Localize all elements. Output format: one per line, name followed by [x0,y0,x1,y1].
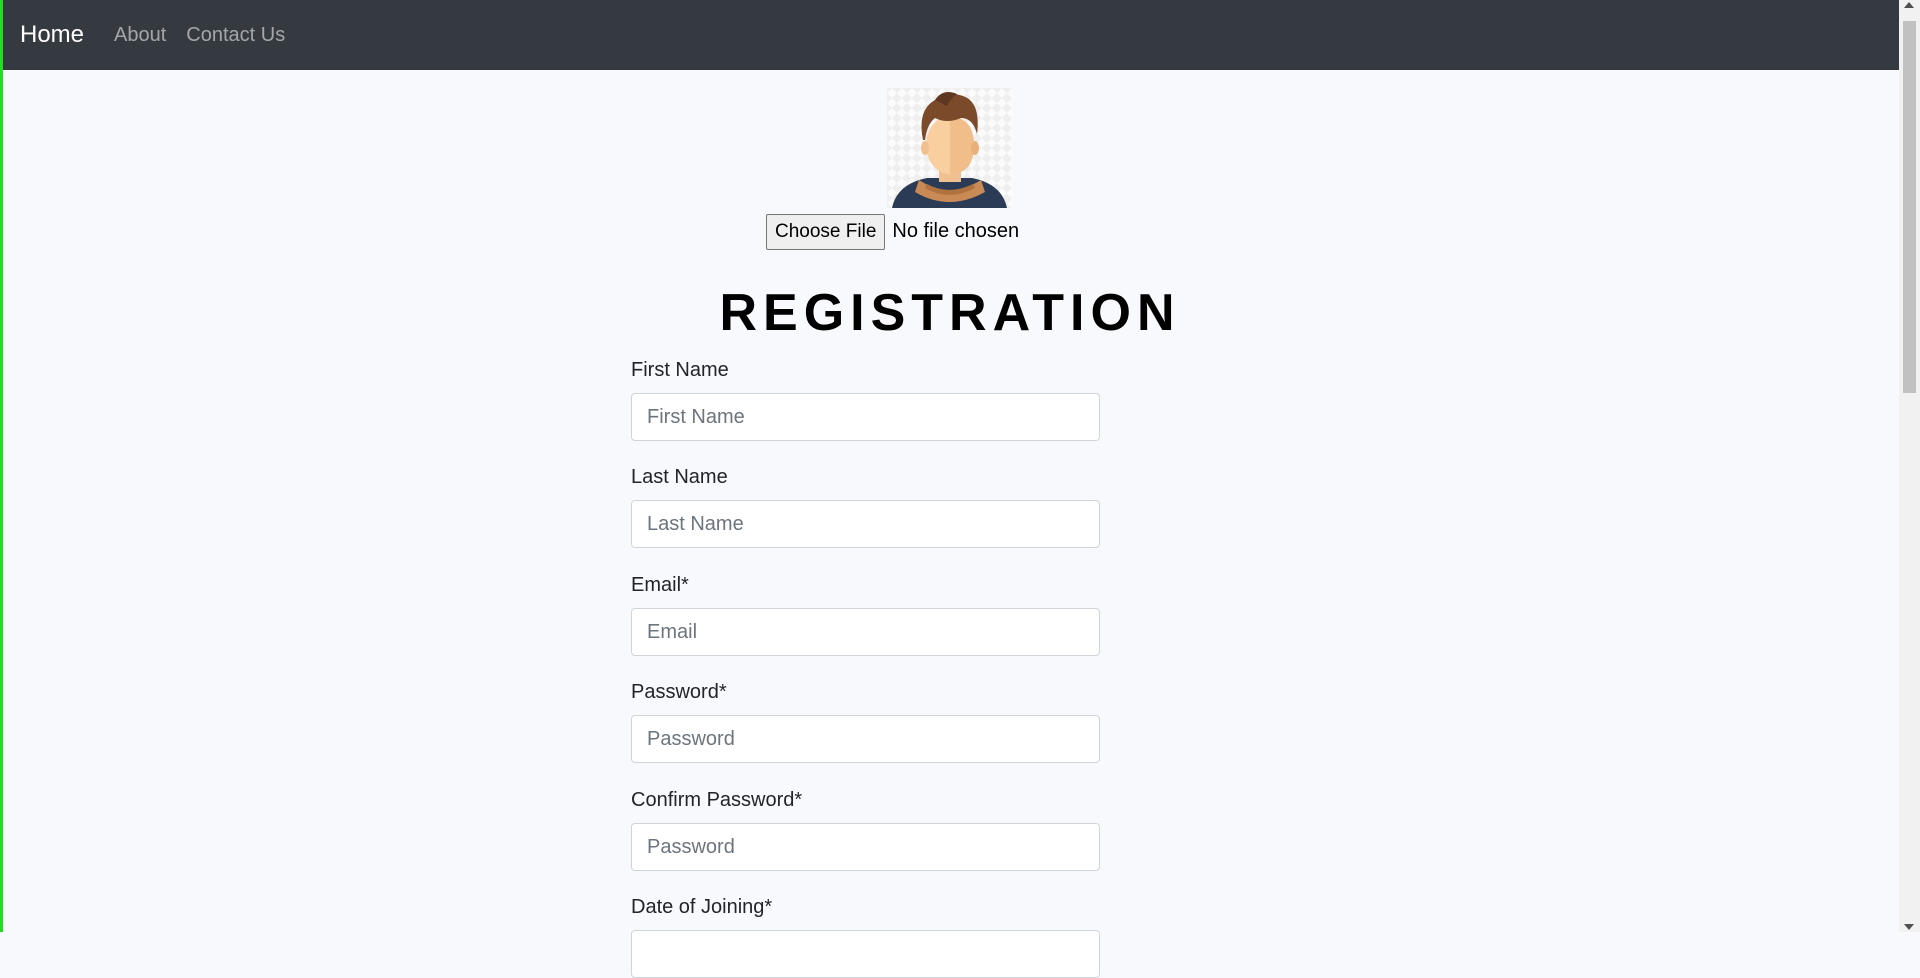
choose-file-button[interactable]: Choose File [766,213,886,250]
page-title: REGISTRATION [719,284,1181,342]
last-name-group: Last Name [631,465,1100,548]
file-upload: Choose File No file chosen [766,213,1019,250]
first-name-group: First Name [631,358,1100,441]
date-of-joining-input[interactable] [631,930,1100,978]
confirm-password-label: Confirm Password* [631,789,803,811]
email-group: Email* [631,573,1100,656]
email-input[interactable] [631,608,1100,656]
email-label: Email* [631,574,689,596]
file-status-text: No file chosen [892,220,1020,242]
password-input[interactable] [631,715,1100,763]
password-label: Password* [631,681,727,703]
first-name-input[interactable] [631,393,1100,441]
confirm-password-group: Confirm Password* [631,788,1100,871]
last-name-label: Last Name [631,466,728,488]
avatar-image [887,88,1012,208]
nav-about-link[interactable]: About [114,25,166,45]
date-of-joining-label: Date of Joining* [631,896,773,918]
avatar-icon [892,92,1007,208]
first-name-label: First Name [631,359,729,381]
scroll-down-arrow-icon[interactable] [1904,924,1914,930]
confirm-password-input[interactable] [631,823,1100,871]
nav-home-link[interactable]: Home [20,23,84,47]
scroll-thumb[interactable] [1903,21,1916,393]
nav-contact-link[interactable]: Contact Us [186,25,285,45]
top-navbar: Home About Contact Us [3,0,1899,70]
last-name-input[interactable] [631,500,1100,548]
date-of-joining-group: Date of Joining* [631,895,1100,978]
scroll-up-arrow-icon[interactable] [1904,2,1914,8]
password-group: Password* [631,680,1100,763]
left-accent-bar [0,0,3,932]
page-scrollbar[interactable] [1899,0,1920,932]
